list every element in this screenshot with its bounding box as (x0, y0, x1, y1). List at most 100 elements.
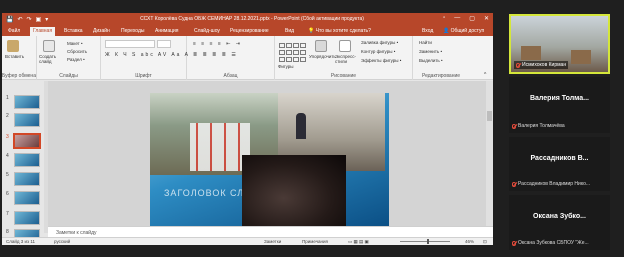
slide-editing-area: ЗАГОЛОВОК СЛАЙДА (48, 81, 493, 227)
redo-icon[interactable]: ↷ (27, 16, 32, 23)
title-bar: 💾 ↶ ↷ ▣ ▾ ССХТ Королёва Судна ОБЖ СЕМИНА… (2, 13, 493, 26)
photo-person (296, 113, 306, 139)
arrange-icon[interactable] (315, 40, 327, 52)
align-buttons[interactable]: ≣ ≣ ≣ ≣ ☰ (193, 52, 238, 58)
muted-mic-icon (516, 62, 520, 68)
arrange-button[interactable]: Упорядочить (309, 54, 336, 59)
close-icon[interactable]: ✕ (484, 15, 489, 22)
paste-button[interactable]: Вставить (5, 54, 24, 59)
tab-view[interactable]: Вид (285, 28, 294, 34)
tab-insert[interactable]: Вставка (64, 28, 83, 34)
maximize-icon[interactable]: ▢ (469, 15, 475, 22)
fit-slide-icon[interactable]: ⊡ (483, 239, 487, 245)
minimize-icon[interactable]: — (454, 15, 460, 22)
layout-button[interactable]: Макет • (67, 41, 83, 46)
save-icon[interactable]: 💾 (6, 16, 13, 23)
new-slide-button[interactable]: Создать слайд (39, 54, 61, 64)
participant-video-tile[interactable]: Исмихоков Кирман (509, 14, 610, 74)
tab-home[interactable]: Главная (30, 27, 56, 36)
slide-number: 7 (6, 211, 9, 217)
slide-counter: Слайд 3 из 11 (6, 239, 36, 244)
notes-toggle[interactable]: Заметки (264, 239, 281, 244)
participant-display-name: Валерия Толма... (529, 95, 589, 102)
thumbnail-image (14, 95, 40, 109)
participant-name-label: Валерия Толмачёва (512, 123, 565, 129)
select-button[interactable]: Выделить • (419, 58, 443, 63)
sign-in-link[interactable]: Вход (422, 28, 433, 34)
share-button[interactable]: 👤 Общий доступ (443, 28, 484, 34)
tab-transitions[interactable]: Переходы (121, 28, 144, 34)
section-button[interactable]: Раздел • (67, 57, 85, 62)
slide-thumbnail[interactable]: 2 (6, 113, 42, 130)
reset-button[interactable]: Сбросить (67, 49, 87, 54)
shapes-button[interactable]: Фигуры (278, 64, 294, 69)
new-slide-icon[interactable] (43, 40, 55, 52)
ribbon-tabs: Файл Главная Вставка Дизайн Переходы Ани… (2, 26, 493, 36)
slide-scrollbar[interactable] (486, 81, 493, 226)
thumbnail-image (14, 172, 40, 186)
participant-name-label: Оксана Зубкова СБПОУ "Же... (512, 240, 589, 246)
shape-fill-button[interactable]: Заливка фигуры • (361, 40, 398, 45)
current-slide[interactable]: ЗАГОЛОВОК СЛАЙДА (150, 93, 389, 227)
collapse-ribbon-icon[interactable]: ^ (484, 72, 486, 78)
participant-tile[interactable]: Оксана Зубко... Оксана Зубкова СБПОУ "Же… (509, 195, 610, 250)
participant-full-name: Рассадников Владимир Нико... (518, 181, 591, 187)
participant-full-name: Валерия Толмачёва (518, 123, 565, 129)
zoom-slider-handle[interactable] (427, 239, 429, 244)
zoom-slider[interactable] (400, 241, 450, 242)
view-buttons[interactable]: ▭ ▦ ▤ ▣ (348, 239, 369, 245)
tab-file[interactable]: Файл (8, 28, 20, 34)
slide-photo-audience[interactable] (242, 155, 346, 227)
shape-effects-button[interactable]: Эффекты фигуры • (361, 58, 401, 63)
start-slideshow-icon[interactable]: ▣ (36, 16, 42, 23)
slide-thumbnail[interactable]: 4 (6, 153, 42, 170)
slide-thumbnail[interactable]: 1 (6, 95, 42, 112)
tab-review[interactable]: Рецензирование (230, 28, 269, 34)
font-name-input[interactable] (105, 40, 155, 48)
font-size-input[interactable] (157, 40, 171, 48)
paste-icon[interactable] (7, 40, 19, 52)
replace-button[interactable]: Заменить • (419, 49, 442, 54)
language-indicator[interactable]: русский (54, 239, 70, 244)
muted-mic-icon (512, 240, 516, 246)
editing-group-label: Редактирование (421, 73, 461, 79)
tab-animations[interactable]: Анимация (155, 28, 178, 34)
ribbon: Вставить Буфер обмена Создать слайд Маке… (2, 36, 493, 80)
comments-toggle[interactable]: Примечания (302, 239, 328, 244)
zoom-level[interactable]: 46% (465, 239, 474, 244)
slide-number: 5 (6, 172, 9, 178)
thumbnail-image (14, 211, 40, 225)
slide-number: 4 (6, 153, 9, 159)
clipboard-group-label: Буфер обмена (2, 73, 36, 79)
slide-thumbnail-selected[interactable]: 3 (6, 133, 42, 151)
participant-full-name: Оксана Зубкова СБПОУ "Же... (518, 240, 589, 246)
shapes-gallery[interactable] (279, 43, 307, 63)
quick-styles-button[interactable]: Экспресс-стили (335, 54, 359, 64)
classroom-desk (571, 50, 591, 64)
notes-pane[interactable]: Заметки к слайду (48, 226, 493, 237)
participant-full-name: Исмихоков Кирман (522, 62, 567, 68)
slides-group: Создать слайд Макет • Сбросить Раздел • … (37, 36, 101, 80)
slide-thumbnail[interactable]: 5 (6, 172, 42, 189)
font-format-buttons[interactable]: Ж К Ч S abc AV Aa A (105, 52, 190, 58)
tab-slideshow[interactable]: Слайд-шоу (194, 28, 220, 34)
tab-design[interactable]: Дизайн (93, 28, 110, 34)
list-buttons[interactable]: ≡ ≡ ≡ ≡ ⇤ ⇥ (193, 41, 242, 47)
scrollbar-thumb[interactable] (487, 111, 492, 121)
find-button[interactable]: Найти (419, 40, 432, 45)
tell-me-search[interactable]: 💡 Что вы хотите сделать? (308, 28, 371, 34)
participant-name-label: Рассадников Владимир Нико... (512, 181, 590, 187)
undo-icon[interactable]: ↶ (17, 16, 22, 23)
slide-thumbnail[interactable]: 7 (6, 211, 42, 228)
participant-tile[interactable]: Валерия Толма... Валерия Толмачёва (509, 77, 610, 133)
thumbnail-image (14, 191, 40, 205)
ribbon-options-icon[interactable]: ▫ (443, 15, 445, 22)
quick-styles-icon[interactable] (339, 40, 351, 52)
photo-people (190, 123, 250, 171)
slide-thumbnails-pane: 1 2 3 4 5 6 7 8 (2, 81, 48, 243)
customize-toolbar-icon[interactable]: ▾ (45, 16, 48, 23)
slide-thumbnail[interactable]: 6 (6, 191, 42, 208)
participant-tile[interactable]: Рассадников В... Рассадников Владимир Ни… (509, 137, 610, 191)
shape-outline-button[interactable]: Контур фигуры • (361, 49, 395, 54)
window-controls: ▫ — ▢ ✕ (443, 15, 489, 22)
